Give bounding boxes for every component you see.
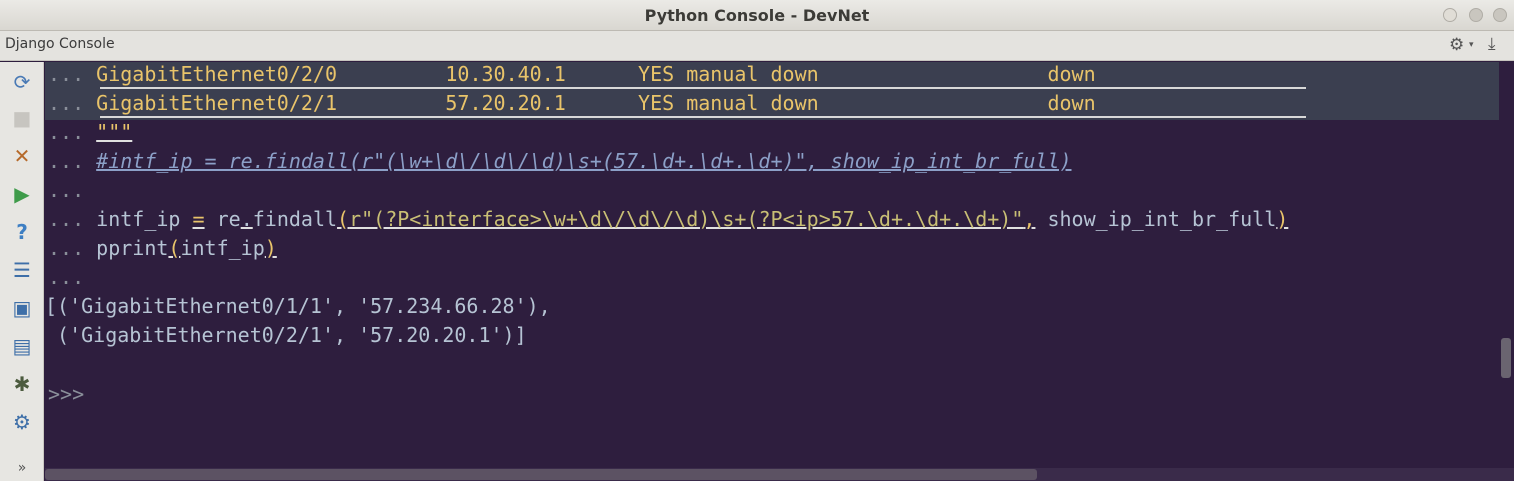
hide-panel-icon[interactable]: ⤓ xyxy=(1488,34,1496,54)
console-line: ... #intf_ip = re.findall(r"(\w+\d\/\d\/… xyxy=(48,149,1072,173)
tool-window-title: Django Console xyxy=(5,36,115,52)
history-icon[interactable]: ▤ xyxy=(9,334,35,358)
console-line: ... pprint(intf_ip) xyxy=(48,236,277,260)
vertical-scrollbar[interactable] xyxy=(1499,62,1514,468)
stop-icon[interactable]: ■ xyxy=(9,106,35,130)
help-icon[interactable]: ? xyxy=(9,220,35,244)
console-toolbar: ⟳ ■ ✕ ▶ ? ☰ ▣ ▤ ✱ ⚙ » xyxy=(0,62,44,481)
maximize-button[interactable] xyxy=(1469,8,1483,22)
vertical-scrollbar-thumb[interactable] xyxy=(1501,338,1511,378)
gear-icon[interactable]: ⚙ xyxy=(9,410,35,434)
console-line: ... """ xyxy=(48,120,133,144)
horizontal-scrollbar-thumb[interactable] xyxy=(45,469,1037,480)
console-output[interactable] xyxy=(45,62,1499,468)
window-titlebar: Python Console - DevNet xyxy=(0,0,1514,31)
tool-window-header: Django Console ⚙ ▾ ⤓ xyxy=(0,31,1514,61)
close-icon[interactable]: ✕ xyxy=(9,144,35,168)
console-line: ... GigabitEthernet0/2/0 10.30.40.1 YES … xyxy=(48,62,1096,86)
underline-rule xyxy=(100,116,1306,118)
more-icon[interactable]: » xyxy=(9,456,35,480)
output-line: [('GigabitEthernet0/1/1', '57.234.66.28'… xyxy=(45,294,551,318)
rerun-icon[interactable]: ⟳ xyxy=(9,70,35,94)
gear-icon[interactable]: ⚙ xyxy=(1449,35,1464,55)
run-icon[interactable]: ▶ xyxy=(9,182,35,206)
console-line: ... GigabitEthernet0/2/1 57.20.20.1 YES … xyxy=(48,91,1096,115)
image-icon[interactable]: ▣ xyxy=(9,296,35,320)
console-line: ... xyxy=(48,178,85,202)
settings-sliders-icon[interactable]: ☰ xyxy=(9,258,35,282)
minimize-button[interactable] xyxy=(1443,8,1457,22)
debug-icon[interactable]: ✱ xyxy=(9,372,35,396)
output-line: ('GigabitEthernet0/2/1', '57.20.20.1')] xyxy=(45,323,527,347)
console-prompt[interactable]: >>> xyxy=(48,380,84,409)
window-title: Python Console - DevNet xyxy=(644,6,870,25)
console-line: ... xyxy=(48,265,85,289)
chevron-down-icon[interactable]: ▾ xyxy=(1469,40,1474,50)
close-window-button[interactable] xyxy=(1493,8,1507,22)
console-line: ... intf_ip = re.findall(r"(?P<interface… xyxy=(48,207,1289,231)
